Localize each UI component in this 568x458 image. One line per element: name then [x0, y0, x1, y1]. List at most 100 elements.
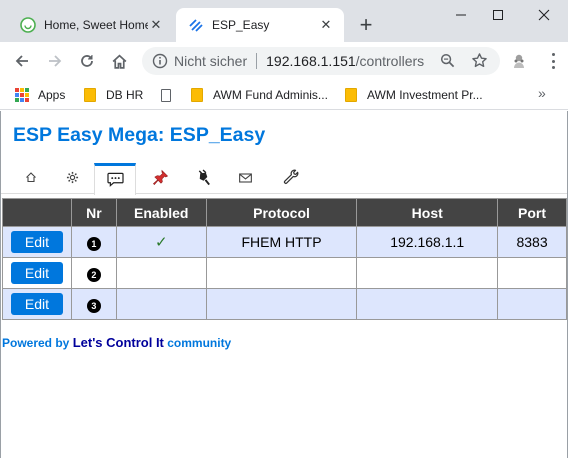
reload-icon[interactable]: [76, 50, 98, 72]
url-text[interactable]: 192.168.1.151/controllers: [266, 53, 424, 69]
edit-button[interactable]: Edit: [10, 262, 63, 284]
bookmark-awm-fund[interactable]: AWM Fund Adminis...: [189, 85, 328, 105]
speech-bubble-icon: [106, 172, 124, 190]
nr-cell: 2: [70, 257, 117, 289]
page-icon: [158, 87, 174, 103]
bookmark-page[interactable]: [158, 85, 182, 105]
protocol-cell: [205, 288, 358, 320]
main-menu: [1, 161, 567, 195]
table-row: Edit 3: [2, 288, 567, 320]
port-cell: [497, 288, 567, 320]
number-badge: 2: [86, 267, 101, 282]
close-tab-icon[interactable]: ✕: [318, 17, 334, 33]
bookmark-label: Apps: [38, 88, 66, 102]
number-badge: 3: [86, 298, 101, 313]
lets-control-it-link[interactable]: Let's Control It: [73, 335, 164, 350]
edit-button[interactable]: Edit: [10, 231, 63, 253]
extension-icon[interactable]: [510, 52, 528, 70]
edit-button[interactable]: Edit: [10, 293, 63, 315]
maximize-window-icon[interactable]: [483, 4, 513, 26]
wrench-icon: [283, 169, 300, 189]
enabled-cell: [115, 288, 207, 320]
column-header-protocol: Protocol: [205, 198, 358, 227]
host-cell: 192.168.1.1: [356, 226, 499, 258]
bookmark-apps[interactable]: Apps: [14, 85, 65, 105]
home-icon[interactable]: [108, 50, 130, 72]
gear-icon: [66, 171, 79, 187]
forward-arrow-icon[interactable]: [44, 50, 66, 72]
browser-tab-home[interactable]: Home, Sweet Home ✕: [8, 8, 174, 42]
column-header-port: Port: [497, 198, 567, 227]
close-tab-icon[interactable]: ✕: [148, 17, 164, 33]
table-row: Edit 2: [2, 257, 567, 289]
table-header-row: Nr Enabled Protocol Host Port: [2, 198, 567, 227]
folder-icon: [343, 87, 359, 103]
info-icon[interactable]: [152, 53, 168, 69]
edit-cell: Edit: [2, 257, 72, 289]
bookmark-db-hr[interactable]: DB HR: [82, 85, 143, 105]
page-title: ESP Easy Mega: ESP_Easy: [13, 124, 266, 146]
menu-tab-main[interactable]: [10, 163, 52, 194]
magnifier-icon[interactable]: [440, 53, 455, 71]
table-row: Edit 1 ✓ FHEM HTTP 192.168.1.1 8383: [2, 226, 567, 258]
enabled-cell: ✓: [115, 226, 207, 258]
edit-cell: Edit: [2, 288, 72, 320]
divider: [256, 53, 258, 69]
menu-tab-devices[interactable]: [183, 163, 225, 194]
apps-grid-icon: [14, 87, 30, 103]
close-window-icon[interactable]: [529, 4, 559, 26]
menu-tab-config[interactable]: [51, 163, 93, 194]
nr-cell: 3: [70, 288, 117, 320]
host-cell: [356, 257, 499, 289]
footer: Powered by Let's Control It community: [2, 335, 231, 350]
back-arrow-icon[interactable]: [11, 50, 33, 72]
menu-tab-hardware[interactable]: [139, 163, 181, 194]
enabled-cell: [115, 257, 207, 289]
column-header-nr: Nr: [70, 198, 117, 227]
url-path: /controllers: [355, 53, 425, 69]
column-header-enabled: Enabled: [115, 198, 207, 227]
column-header-host: Host: [356, 198, 499, 227]
tab-title: Home, Sweet Home: [44, 18, 148, 32]
browser-menu-icon[interactable]: [545, 52, 561, 70]
plug-icon: [196, 168, 212, 189]
browser-tab-esp-easy[interactable]: ESP_Easy ✕: [176, 8, 344, 42]
page-content: ESP Easy Mega: ESP_Easy Nr Enabled Proto…: [0, 111, 568, 458]
column-header-edit: [2, 198, 72, 227]
minimize-window-icon[interactable]: [446, 4, 476, 26]
folder-icon: [82, 87, 98, 103]
home-assistant-favicon-icon: [20, 17, 36, 33]
bookmark-label: AWM Fund Adminis...: [213, 88, 328, 102]
protocol-cell: FHEM HTTP: [205, 226, 358, 258]
protocol-cell: [205, 257, 358, 289]
bookmark-star-icon[interactable]: [471, 52, 488, 72]
new-tab-plus-icon[interactable]: +: [354, 14, 378, 38]
tab-title: ESP_Easy: [212, 18, 270, 32]
browser-toolbar: Nicht sicher 192.168.1.151/controllers: [0, 42, 568, 79]
home-icon: [25, 171, 37, 186]
host-cell: [356, 288, 499, 320]
pushpin-icon: [152, 169, 169, 189]
url-host: 192.168.1.151: [266, 53, 356, 69]
bookmark-label: AWM Investment Pr...: [367, 88, 483, 102]
bookmark-awm-investment[interactable]: AWM Investment Pr...: [343, 85, 483, 105]
menu-tab-tools[interactable]: [270, 163, 312, 194]
footer-suffix: community: [163, 336, 232, 350]
folder-icon: [189, 87, 205, 103]
enabled-checkmark-icon: ✓: [154, 234, 168, 251]
number-badge: 1: [86, 236, 101, 251]
port-cell: 8383: [497, 226, 567, 258]
port-cell: [497, 257, 567, 289]
esp-easy-favicon-icon: [188, 17, 204, 33]
controllers-table: Nr Enabled Protocol Host Port Edit 1 ✓ F…: [2, 198, 567, 320]
security-status: Nicht sicher: [174, 53, 248, 69]
more-bookmarks-chevron-icon[interactable]: »: [538, 85, 546, 101]
bookmark-label: DB HR: [106, 88, 144, 102]
menu-tab-notifications[interactable]: [224, 163, 266, 194]
bookmarks-bar: Apps DB HR AWM Fund Adminis... AWM Inves…: [0, 79, 568, 110]
nr-cell: 1: [70, 226, 117, 258]
browser-titlebar: Home, Sweet Home ✕ ESP_Easy ✕ +: [0, 0, 568, 42]
edit-cell: Edit: [2, 226, 72, 258]
menu-tab-controllers[interactable]: [94, 163, 136, 195]
footer-prefix: Powered by: [2, 336, 73, 350]
